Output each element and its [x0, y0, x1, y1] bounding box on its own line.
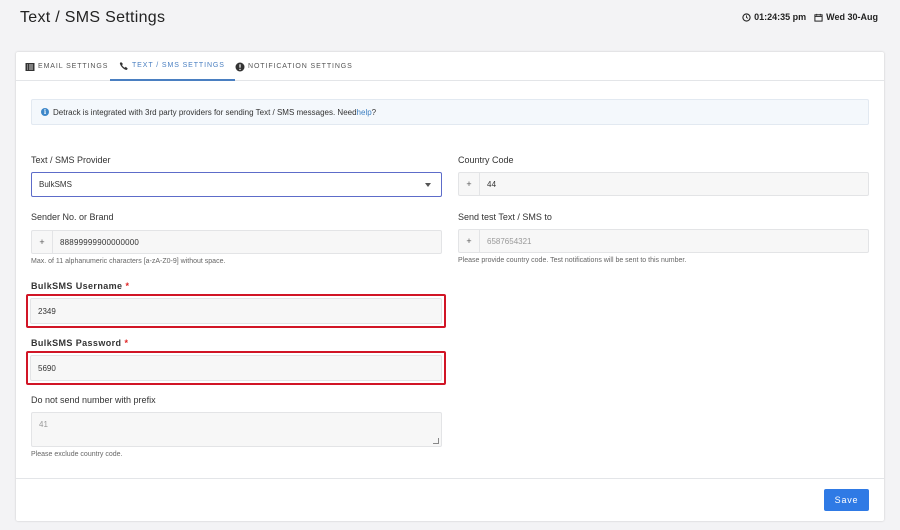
list-icon	[25, 62, 35, 71]
tab-label: EMAIL SETTINGS	[38, 63, 109, 70]
no-prefix-placeholder: 41	[39, 420, 48, 429]
current-time: 01:24:35 pm	[754, 12, 807, 22]
tab-notification-settings[interactable]: NOTIFICATION SETTINGS	[235, 52, 353, 81]
no-prefix-hint: Please exclude country code.	[31, 451, 123, 458]
required-marker: *	[125, 281, 130, 291]
sender-prefix: +	[32, 231, 53, 253]
info-icon: i	[41, 108, 49, 116]
settings-card: EMAIL SETTINGS TEXT / SMS SETTINGS NOTIF…	[16, 52, 884, 521]
username-input[interactable]: 2349	[30, 298, 442, 324]
tab-email-settings[interactable]: EMAIL SETTINGS	[25, 52, 108, 81]
country-code-group[interactable]: + 44	[458, 172, 869, 196]
resize-grip-icon[interactable]	[433, 438, 439, 444]
phone-icon	[119, 61, 128, 70]
tab-label: NOTIFICATION SETTINGS	[248, 63, 353, 70]
provider-select[interactable]: BulkSMS	[31, 172, 442, 197]
country-code-label: Country Code	[458, 155, 514, 165]
test-sms-hint: Please provide country code. Test notifi…	[458, 257, 687, 264]
country-code-input[interactable]: 44	[480, 180, 496, 189]
current-date: Wed 30-Aug	[826, 12, 878, 22]
footer-divider	[16, 478, 884, 479]
tab-bar: EMAIL SETTINGS TEXT / SMS SETTINGS NOTIF…	[16, 52, 884, 81]
info-alert: i Detrack is integrated with 3rd party p…	[31, 99, 869, 125]
top-bar: Text / SMS Settings 01:24:35 pm Wed 30-A…	[0, 0, 900, 50]
tab-text-sms-settings[interactable]: TEXT / SMS SETTINGS	[110, 52, 235, 81]
test-sms-input[interactable]: 6587654321	[480, 237, 532, 246]
test-sms-group[interactable]: + 6587654321	[458, 229, 869, 253]
no-prefix-textarea[interactable]: 41	[31, 412, 442, 447]
tab-label: TEXT / SMS SETTINGS	[132, 62, 225, 69]
alert-icon	[235, 62, 245, 71]
country-code-prefix: +	[459, 173, 480, 195]
password-label: BulkSMS Password *	[31, 338, 129, 348]
page-title: Text / SMS Settings	[20, 9, 166, 26]
password-input[interactable]: 5690	[30, 355, 442, 381]
caret-down-icon	[425, 183, 431, 187]
save-button[interactable]: Save	[824, 489, 869, 511]
sender-hint: Max. of 11 alphanumeric characters [a-zA…	[31, 258, 226, 265]
username-label: BulkSMS Username *	[31, 281, 130, 291]
calendar-icon	[814, 13, 823, 22]
sender-input-group[interactable]: + 88899999900000000	[31, 230, 442, 254]
clock-icon	[742, 12, 751, 22]
help-link[interactable]: help	[357, 108, 372, 117]
test-sms-label: Send test Text / SMS to	[458, 212, 552, 222]
required-marker: *	[124, 338, 129, 348]
no-prefix-label: Do not send number with prefix	[31, 395, 156, 405]
alert-text: Detrack is integrated with 3rd party pro…	[53, 107, 357, 117]
alert-suffix: ?	[371, 107, 377, 117]
sender-label: Sender No. or Brand	[31, 212, 114, 222]
provider-value: BulkSMS	[39, 180, 72, 189]
clock: 01:24:35 pm Wed 30-Aug	[734, 12, 878, 22]
provider-label: Text / SMS Provider	[31, 155, 111, 165]
test-sms-prefix: +	[459, 230, 480, 252]
sender-input[interactable]: 88899999900000000	[53, 238, 139, 247]
